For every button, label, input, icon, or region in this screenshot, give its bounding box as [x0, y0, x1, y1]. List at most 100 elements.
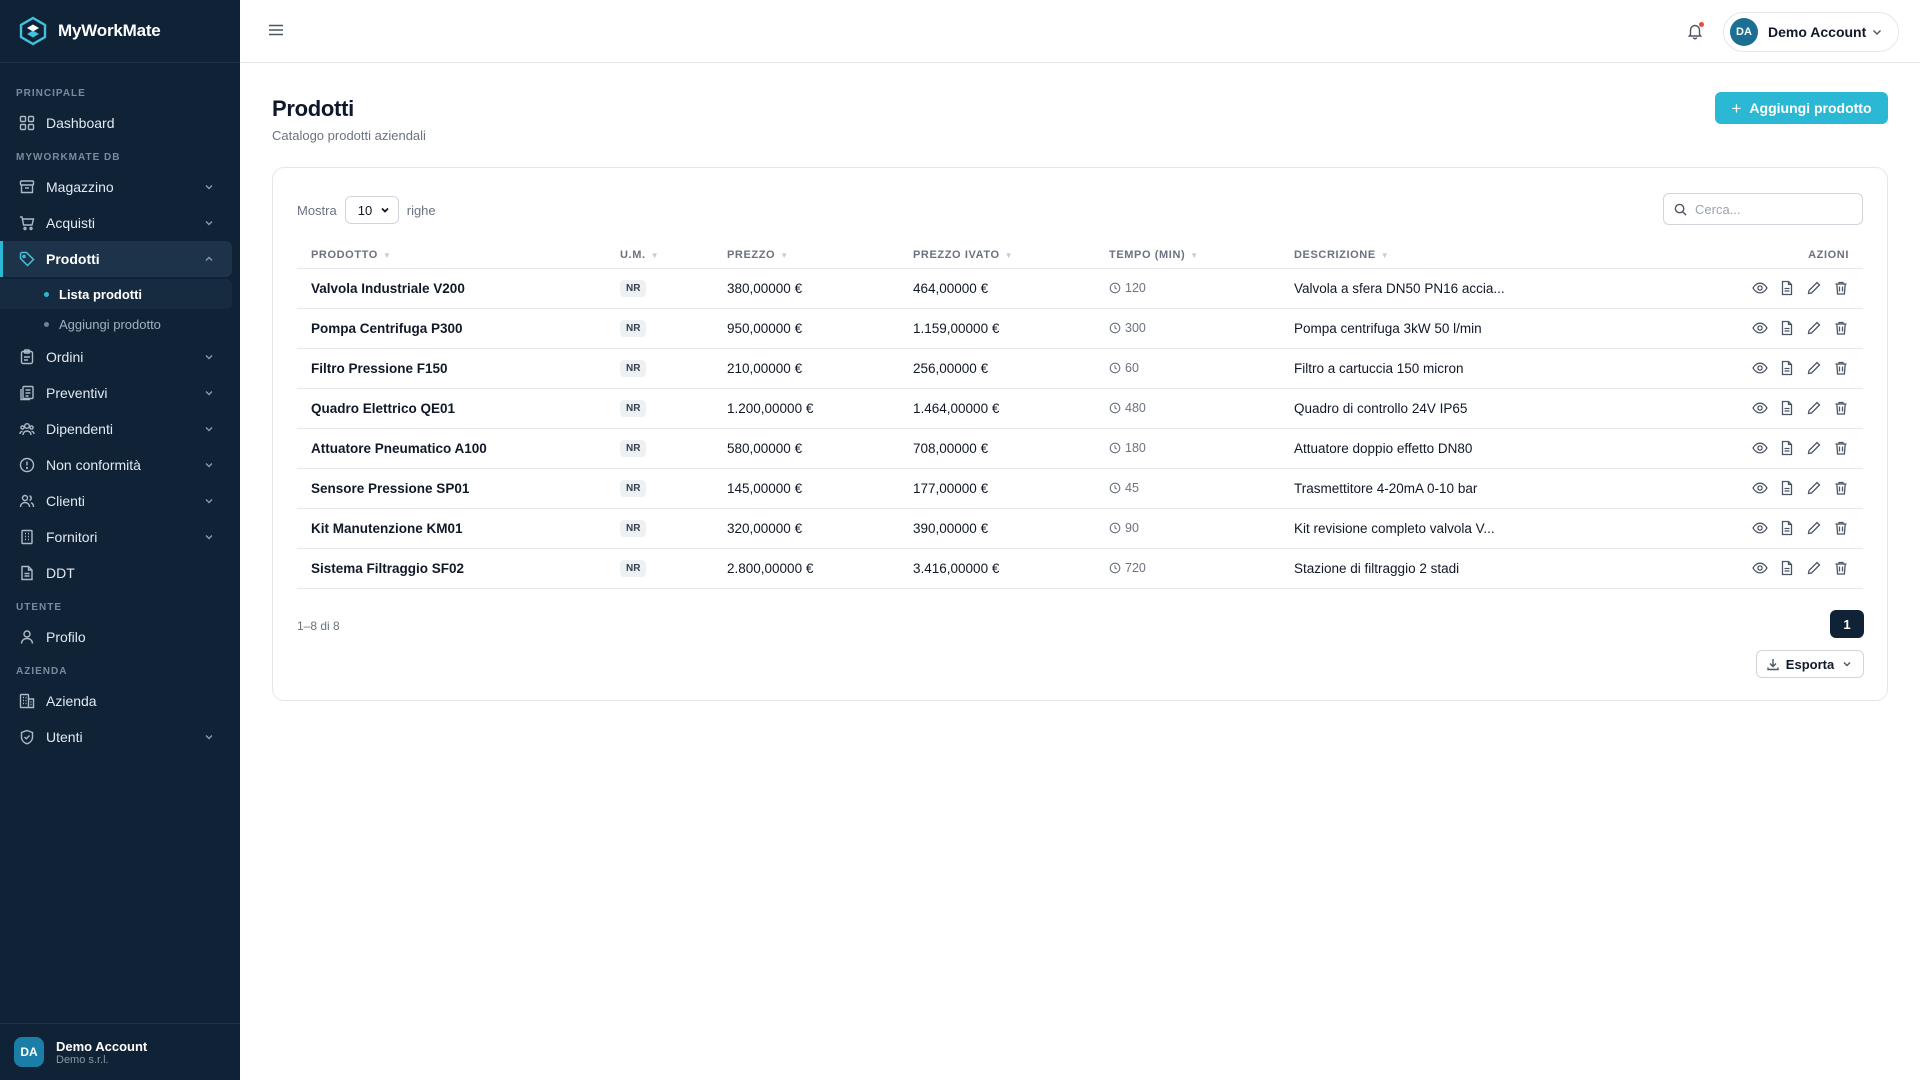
column-header-descrizione[interactable]: DESCRIZIONE ▼: [1280, 242, 1645, 269]
column-header-label: PRODOTTO: [311, 248, 378, 261]
table-row[interactable]: Valvola Industriale V200 NR 380,00000 €464…: [297, 268, 1863, 309]
pencil-icon[interactable]: [1806, 440, 1822, 456]
menu-icon[interactable]: [268, 23, 284, 37]
account-menu[interactable]: DA Demo Account: [1723, 12, 1899, 52]
sidebar-item-label: Preventivi: [46, 385, 108, 401]
trash-icon[interactable]: [1833, 280, 1849, 296]
sidebar-item-fornitori[interactable]: Fornitori: [0, 519, 232, 555]
um-badge: NR: [620, 560, 647, 577]
time-value: 720: [1125, 561, 1146, 575]
cell-product-name[interactable]: Filtro Pressione F150: [297, 348, 606, 389]
cell-time: 45: [1095, 468, 1280, 509]
sidebar-item-ddt[interactable]: DDT: [0, 555, 232, 591]
sidebar-item-ordini[interactable]: Ordini: [0, 339, 232, 375]
table-row[interactable]: Kit Manutenzione KM01 NR 320,00000 €390,00…: [297, 508, 1863, 549]
chevron-up-icon: [205, 256, 213, 261]
eye-icon[interactable]: [1752, 520, 1768, 536]
sidebar-item-non-conformita[interactable]: Non conformità: [0, 447, 232, 483]
cell-um: NR: [606, 348, 713, 389]
sidebar-subitem-lista-prodotti[interactable]: Lista prodotti: [0, 279, 232, 309]
column-header-prezzo[interactable]: PREZZO ▼: [713, 242, 899, 269]
document-icon[interactable]: [1779, 480, 1795, 496]
sidebar-item-dipendenti[interactable]: Dipendenti: [0, 411, 232, 447]
document-icon[interactable]: [1779, 400, 1795, 416]
pencil-icon[interactable]: [1806, 280, 1822, 296]
pencil-icon[interactable]: [1806, 360, 1822, 376]
cell-product-name[interactable]: Attuatore Pneumatico A100: [297, 428, 606, 469]
document-icon[interactable]: [1779, 360, 1795, 376]
column-header-prezzo-ivato[interactable]: PREZZO IVATO ▼: [899, 242, 1095, 269]
trash-icon[interactable]: [1833, 520, 1849, 536]
cell-product-name[interactable]: Valvola Industriale V200: [297, 268, 606, 309]
trash-icon[interactable]: [1833, 560, 1849, 576]
eye-icon[interactable]: [1752, 400, 1768, 416]
search-box[interactable]: [1663, 193, 1863, 225]
cell-product-name[interactable]: Quadro Elettrico QE01: [297, 388, 606, 429]
eye-icon[interactable]: [1752, 440, 1768, 456]
eye-icon[interactable]: [1752, 320, 1768, 336]
document-icon[interactable]: [1779, 520, 1795, 536]
table-row[interactable]: Sistema Filtraggio SF02 NR 2.800,00000 €3.…: [297, 548, 1863, 589]
sidebar-item-dashboard[interactable]: Dashboard: [0, 105, 232, 141]
cell-product-name[interactable]: Sistema Filtraggio SF02: [297, 548, 606, 589]
add-product-button[interactable]: + Aggiungi prodotto: [1715, 92, 1888, 124]
table-row[interactable]: Quadro Elettrico QE01 NR 1.200,00000 €1.46…: [297, 388, 1863, 429]
pencil-icon[interactable]: [1806, 320, 1822, 336]
sidebar-item-preventivi[interactable]: Preventivi: [0, 375, 232, 411]
column-header-label: PREZZO: [727, 248, 776, 261]
cell-product-name[interactable]: Pompa Centrifuga P300: [297, 308, 606, 349]
page-size-select[interactable]: 10: [344, 196, 399, 224]
pencil-icon[interactable]: [1806, 520, 1822, 536]
sidebar-item-azienda[interactable]: Azienda: [0, 683, 232, 719]
sidebar-item-profilo[interactable]: Profilo: [0, 619, 232, 655]
eye-icon[interactable]: [1752, 560, 1768, 576]
column-header-um[interactable]: U.M. ▼: [606, 242, 713, 269]
column-header-prodotto[interactable]: PRODOTTO ▼: [297, 242, 606, 269]
document-icon[interactable]: [1779, 560, 1795, 576]
cell-actions: [1645, 548, 1863, 589]
cell-price-vat: 256,00000 €: [899, 348, 1095, 389]
eye-icon[interactable]: [1752, 360, 1768, 376]
section-principale: PRINCIPALE: [16, 88, 86, 99]
eye-icon[interactable]: [1752, 480, 1768, 496]
cell-time: 480: [1095, 388, 1280, 429]
table-row[interactable]: Sensore Pressione SP01 NR 145,00000 €177,0…: [297, 468, 1863, 509]
trash-icon[interactable]: [1833, 400, 1849, 416]
sidebar-item-prodotti[interactable]: Prodotti: [0, 241, 232, 277]
brand[interactable]: MyWorkMate: [0, 0, 240, 63]
pencil-icon[interactable]: [1806, 560, 1822, 576]
sidebar-item-utenti[interactable]: Utenti: [0, 719, 232, 755]
cell-product-name[interactable]: Sensore Pressione SP01: [297, 468, 606, 509]
eye-icon[interactable]: [1752, 280, 1768, 296]
cell-time: 120: [1095, 268, 1280, 309]
table-row[interactable]: Filtro Pressione F150 NR 210,00000 €256,00…: [297, 348, 1863, 389]
table-row[interactable]: Pompa Centrifuga P300 NR 950,00000 €1.159,…: [297, 308, 1863, 349]
cell-price: 145,00000 €: [713, 468, 899, 509]
table-row[interactable]: Attuatore Pneumatico A100 NR 580,00000 €70…: [297, 428, 1863, 469]
sidebar-subitem-aggiungi-prodotto[interactable]: Aggiungi prodotto: [0, 309, 232, 339]
sort-icon: ▼: [1190, 250, 1199, 260]
trash-icon[interactable]: [1833, 440, 1849, 456]
pencil-icon[interactable]: [1806, 400, 1822, 416]
cell-product-name[interactable]: Kit Manutenzione KM01: [297, 508, 606, 549]
trash-icon[interactable]: [1833, 480, 1849, 496]
sidebar-user-card[interactable]: DA Demo Account Demo s.r.l.: [0, 1023, 240, 1080]
column-header-tempo[interactable]: TEMPO (MIN) ▼: [1095, 242, 1280, 269]
sidebar-item-acquisti[interactable]: Acquisti: [0, 205, 232, 241]
chevron-down-icon: [205, 355, 213, 360]
avatar: DA: [14, 1037, 44, 1067]
document-icon[interactable]: [1779, 320, 1795, 336]
page-button-1[interactable]: 1: [1830, 610, 1864, 638]
export-button[interactable]: Esporta: [1756, 650, 1864, 678]
sidebar-item-clienti[interactable]: Clienti: [0, 483, 232, 519]
sidebar-item-magazzino[interactable]: Magazzino: [0, 169, 232, 205]
chevron-down-icon: [205, 463, 213, 468]
document-icon[interactable]: [1779, 280, 1795, 296]
add-product-label: Aggiungi prodotto: [1749, 100, 1872, 116]
document-icon[interactable]: [1779, 440, 1795, 456]
page-size-control: Mostra 10 righe: [297, 196, 436, 224]
pencil-icon[interactable]: [1806, 480, 1822, 496]
trash-icon[interactable]: [1833, 320, 1849, 336]
trash-icon[interactable]: [1833, 360, 1849, 376]
search-input[interactable]: [1695, 201, 1855, 217]
